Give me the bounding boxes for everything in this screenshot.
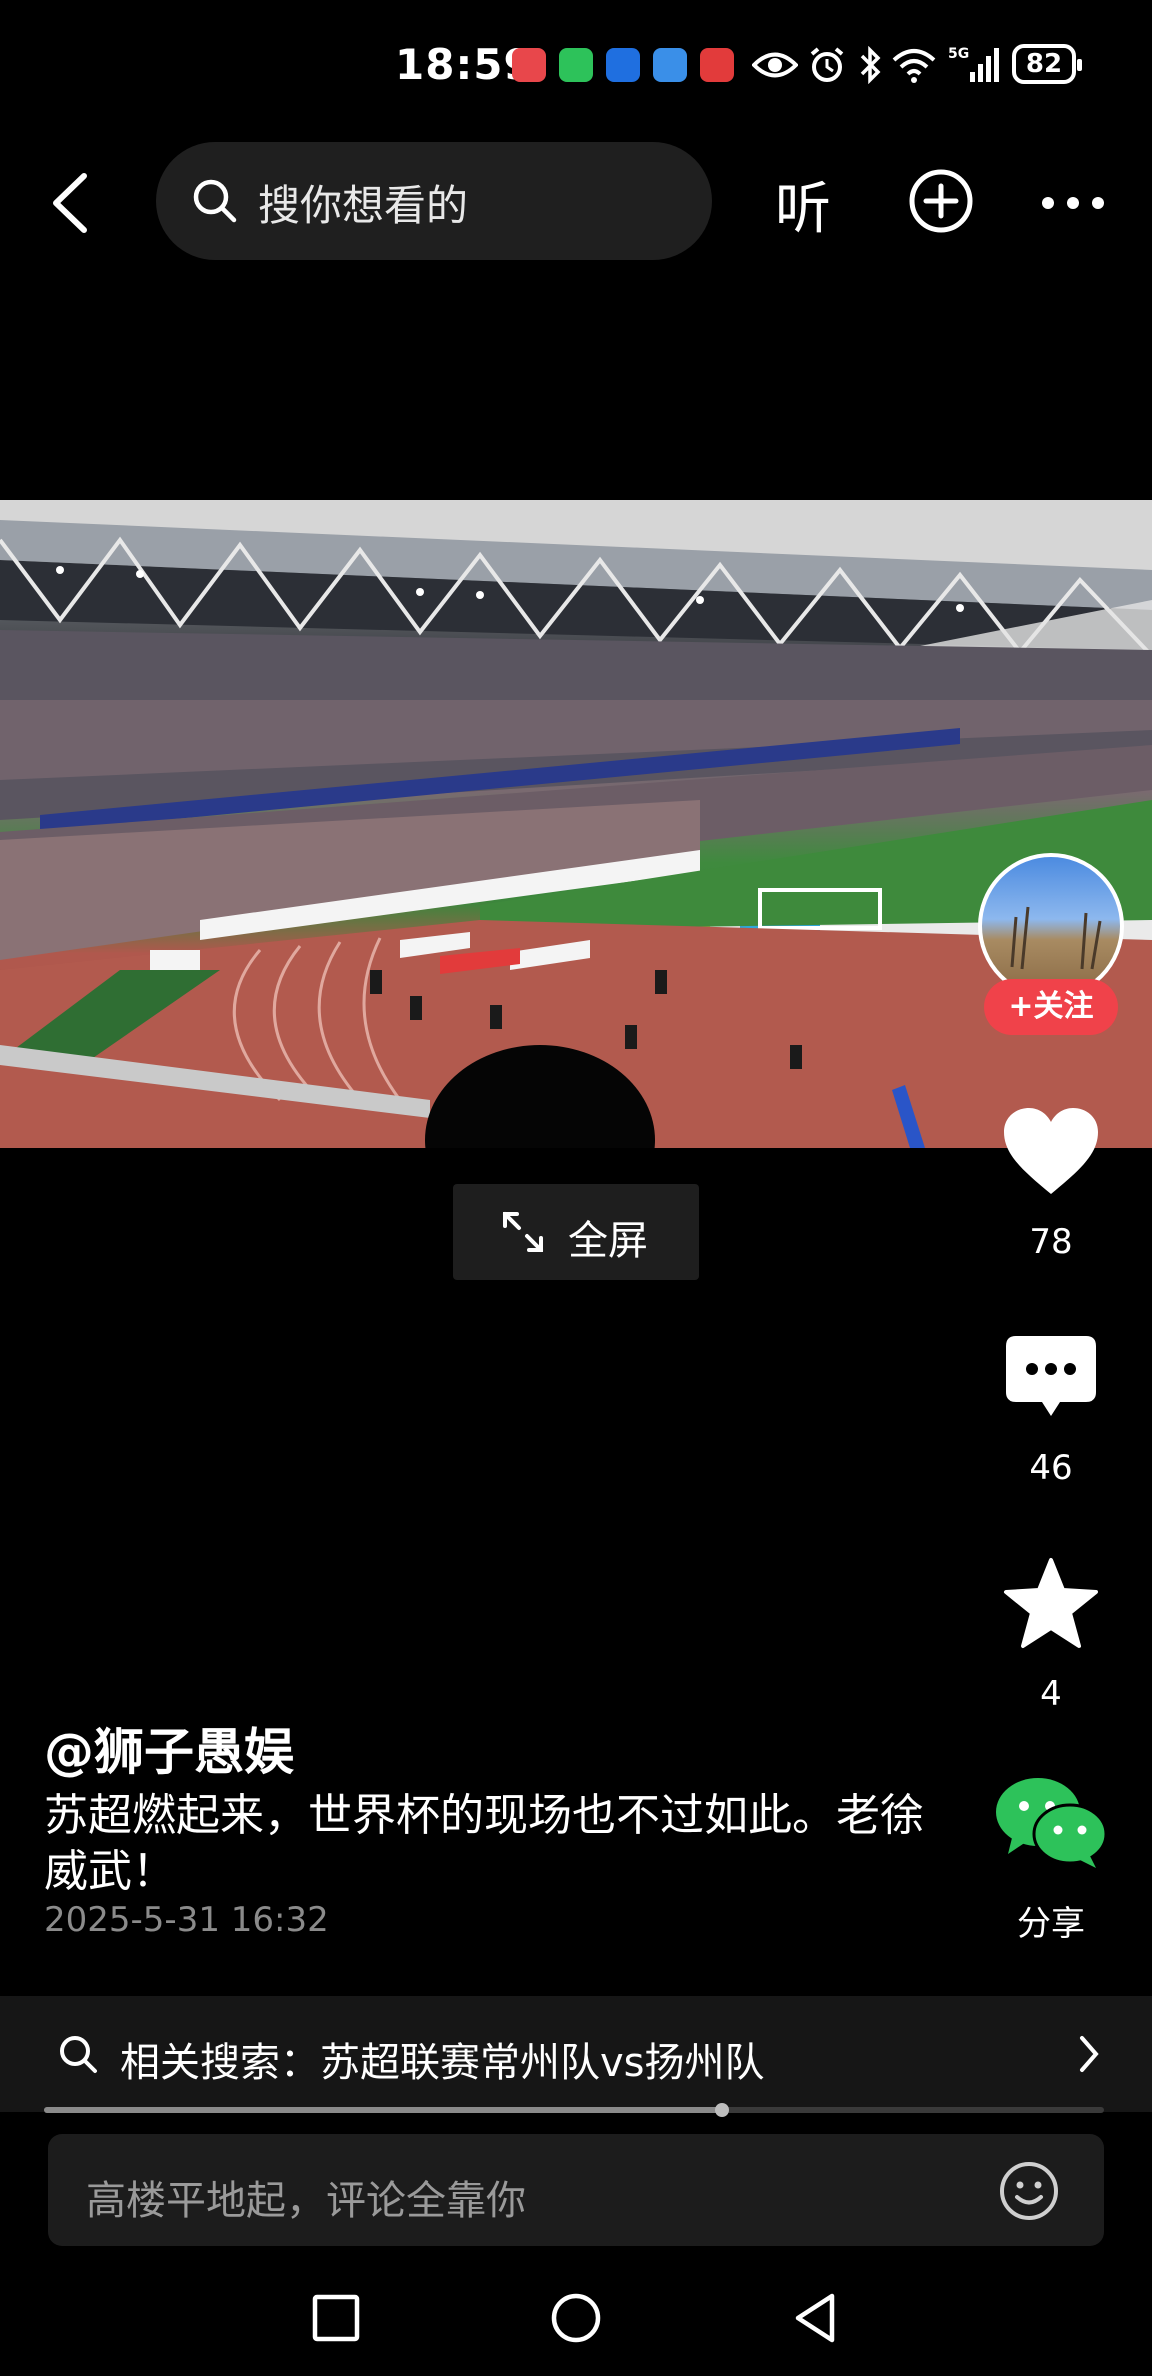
comment-placeholder: 高楼平地起，评论全靠你: [86, 2178, 526, 2224]
progress-handle[interactable]: [715, 2103, 730, 2117]
huawei-icon: [700, 48, 734, 82]
add-icon[interactable]: [908, 168, 974, 234]
video-progress-bar[interactable]: [44, 2103, 1104, 2117]
status-bar: 18:59 5G 82: [0, 0, 1152, 130]
search-placeholder: 搜你想看的: [258, 181, 469, 230]
app-icon: [653, 48, 687, 82]
comment-icon[interactable]: [1004, 1334, 1098, 1420]
bluetooth-icon: [860, 46, 881, 84]
related-search-bar[interactable]: 相关搜索：苏超联赛常州队vs扬州队: [0, 1996, 1152, 2112]
back-nav-icon[interactable]: [792, 2292, 838, 2344]
wechat-share-icon[interactable]: [994, 1776, 1108, 1868]
wifi-icon: [892, 49, 936, 83]
comment-count: 46: [1029, 1448, 1073, 1488]
alarm-icon: [810, 47, 844, 82]
share-label: 分享: [1017, 1904, 1085, 1944]
fullscreen-label: 全屏: [568, 1218, 648, 1264]
notes-icon: [512, 48, 546, 82]
star-icon[interactable]: [1002, 1556, 1100, 1650]
chevron-right-icon: [1080, 2036, 1099, 2072]
signal-icon: 5G: [948, 46, 999, 82]
like-icon[interactable]: [1002, 1106, 1100, 1198]
favorite-count: 4: [1040, 1674, 1062, 1714]
search-icon: [193, 179, 237, 223]
browser-icon: [606, 48, 640, 82]
post-text: 苏超燃起来，世界杯的现场也不过如此。老徐威武！: [44, 1790, 924, 1897]
recents-icon[interactable]: [312, 2294, 360, 2342]
search-input[interactable]: 搜你想看的: [156, 142, 712, 260]
system-nav-bar: [0, 2260, 1152, 2376]
related-search-text: 相关搜索：苏超联赛常州队vs扬州队: [120, 2040, 765, 2086]
video-frame: [0, 500, 1152, 1148]
video-player[interactable]: [0, 500, 1152, 1148]
home-icon[interactable]: [550, 2292, 602, 2344]
expand-icon: [503, 1212, 543, 1252]
listen-button[interactable]: 听: [775, 164, 831, 245]
progress-fill: [44, 2107, 723, 2113]
post-date: 2025-5-31 16:32: [44, 1900, 329, 1940]
like-count: 78: [1029, 1222, 1073, 1262]
emoji-icon[interactable]: [998, 2160, 1060, 2222]
svg-text:5G: 5G: [948, 46, 969, 62]
author-avatar[interactable]: [978, 853, 1124, 999]
more-icon[interactable]: [1040, 195, 1106, 211]
eye-icon: [752, 52, 798, 78]
back-icon[interactable]: [40, 168, 100, 238]
author-name[interactable]: @狮子愚娱: [44, 1712, 294, 1784]
comment-input[interactable]: 高楼平地起，评论全靠你: [48, 2134, 1104, 2246]
search-icon: [60, 2036, 97, 2073]
fullscreen-button[interactable]: 全屏: [453, 1184, 699, 1280]
follow-button[interactable]: +关注: [984, 979, 1118, 1035]
wechat-icon: [559, 48, 593, 82]
battery-indicator: 82: [1012, 44, 1082, 84]
